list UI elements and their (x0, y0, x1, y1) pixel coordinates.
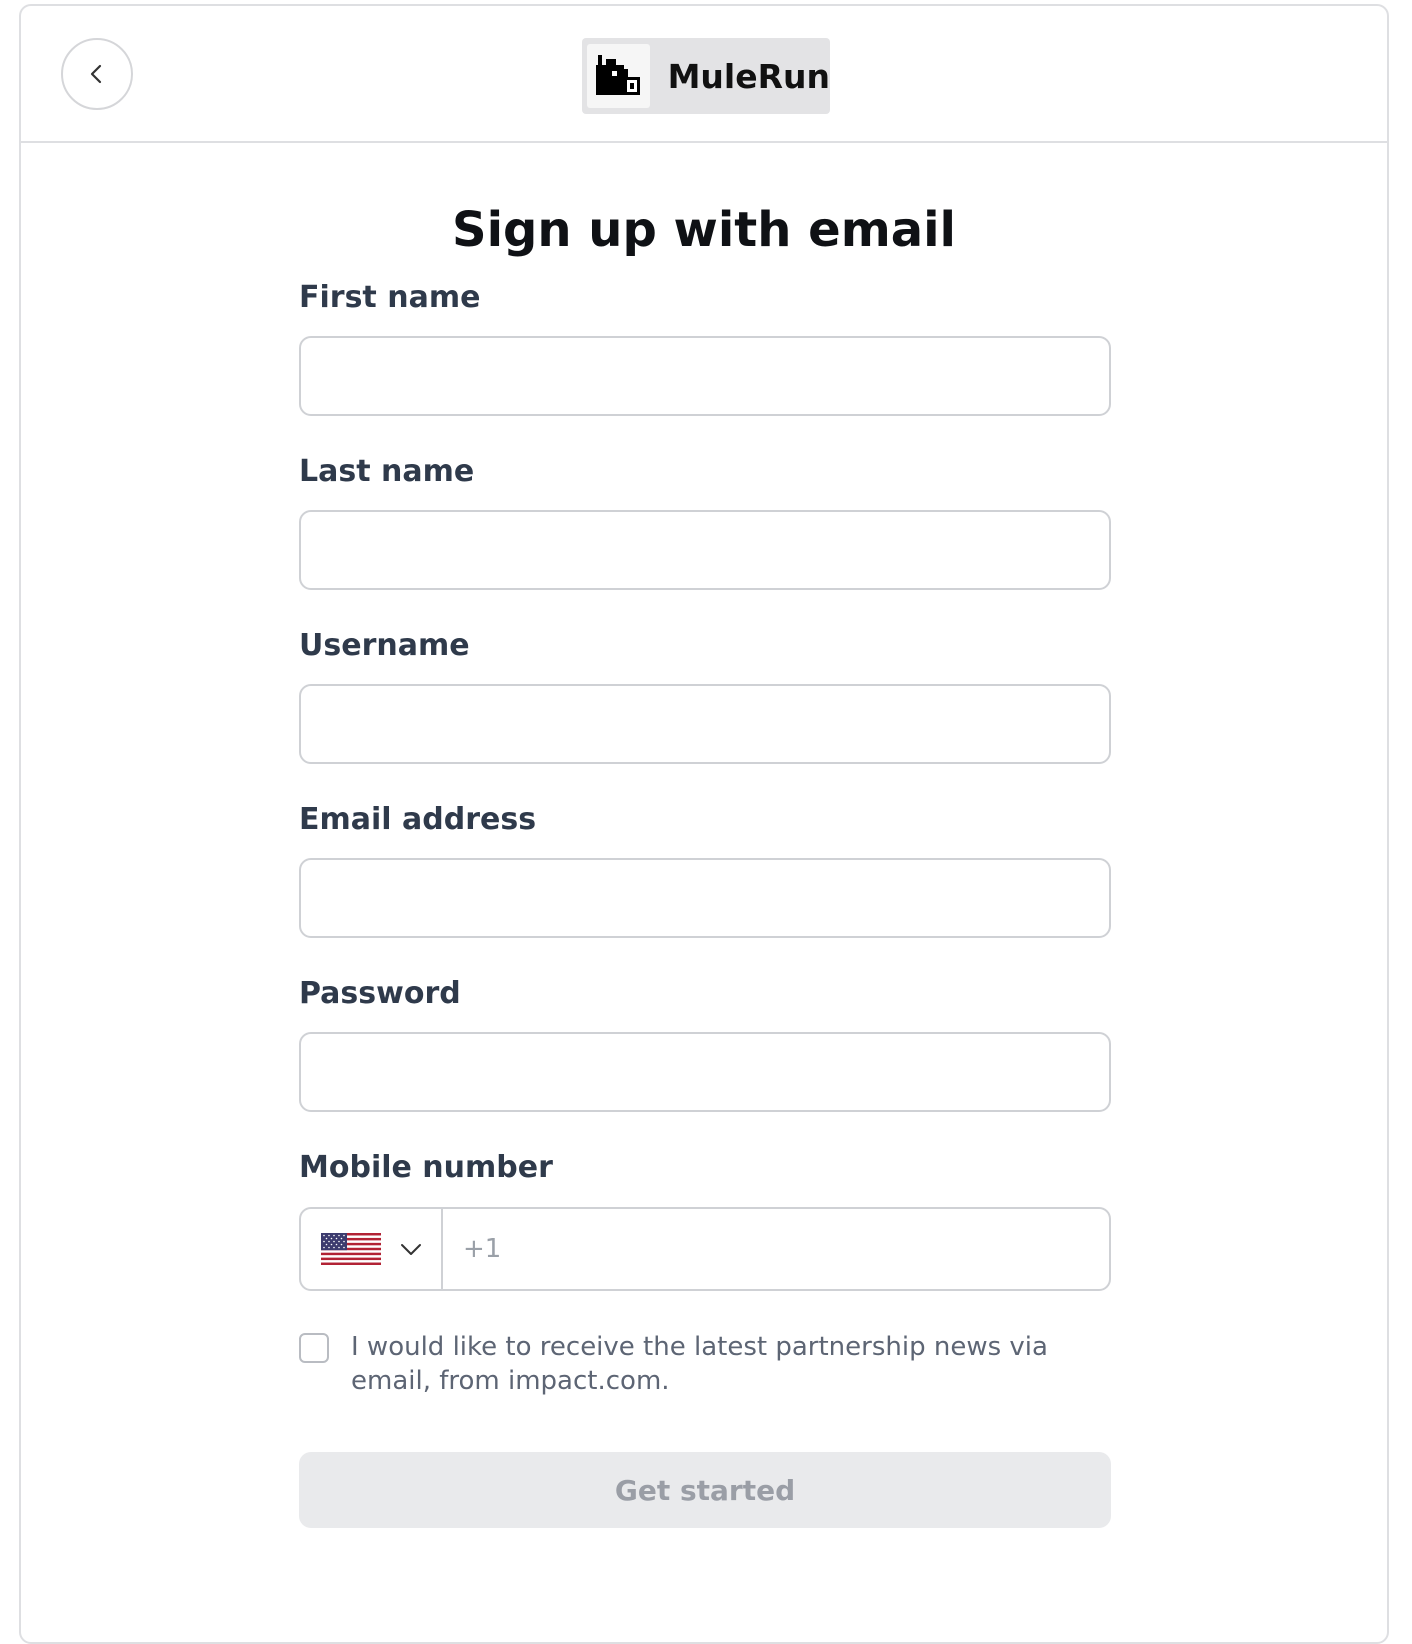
last-name-label: Last name (299, 454, 475, 489)
brand-name: MuleRun (667, 56, 830, 96)
mobile-label: Mobile number (299, 1150, 553, 1185)
mule-logo-icon (587, 44, 650, 108)
chevron-left-icon (90, 64, 102, 84)
signup-card: MuleRun Sign up with email (19, 4, 1389, 1644)
password-input[interactable] (299, 1032, 1111, 1112)
page-title: Sign up with email (452, 202, 956, 258)
username-input[interactable] (299, 684, 1111, 764)
us-flag-icon (321, 1233, 381, 1265)
mobile-number-input[interactable] (443, 1209, 1109, 1289)
first-name-label: First name (299, 280, 481, 315)
first-name-input[interactable] (299, 336, 1111, 416)
chevron-down-icon (401, 1244, 421, 1255)
brand-badge: MuleRun (582, 38, 830, 114)
username-label: Username (299, 628, 470, 663)
country-selector[interactable] (301, 1209, 443, 1289)
consent-checkbox[interactable] (299, 1333, 329, 1363)
email-label: Email address (299, 802, 537, 837)
mobile-field (299, 1207, 1111, 1291)
last-name-input[interactable] (299, 510, 1111, 590)
consent-text: I would like to receive the latest partn… (351, 1332, 1048, 1396)
back-button[interactable] (61, 38, 133, 110)
email-input[interactable] (299, 858, 1111, 938)
header-bar: MuleRun (21, 6, 1387, 143)
password-label: Password (299, 976, 461, 1011)
get-started-button[interactable]: Get started (299, 1452, 1111, 1528)
